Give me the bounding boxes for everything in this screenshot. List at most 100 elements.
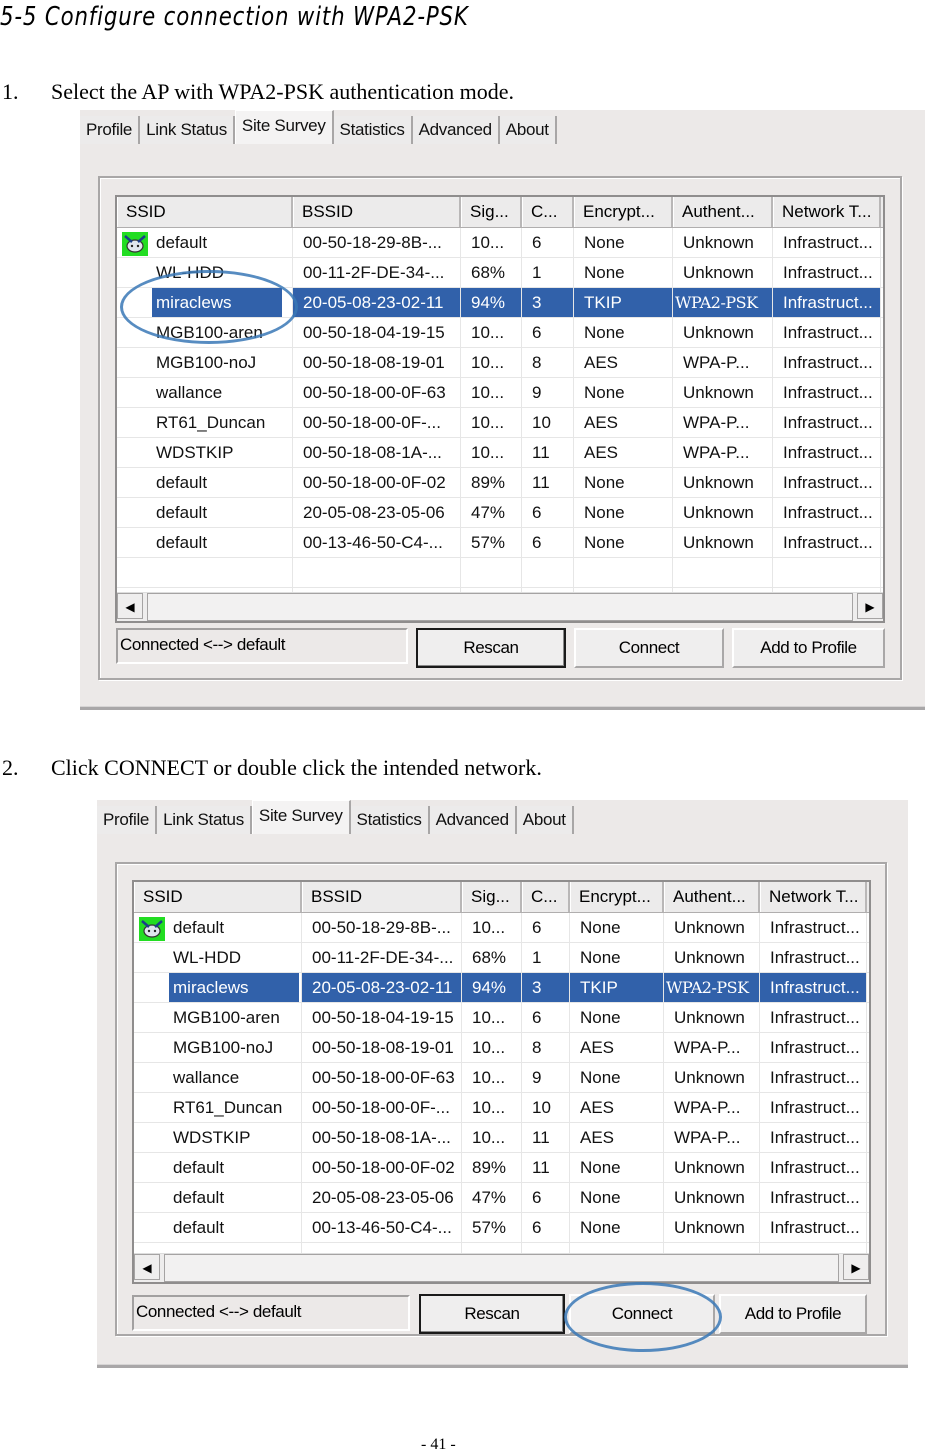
scroll-track[interactable] xyxy=(164,1254,839,1282)
cell-channel: 11 xyxy=(522,468,574,497)
column-header-network[interactable]: Network T... xyxy=(760,882,867,912)
column-header-ssid[interactable]: SSID xyxy=(134,882,302,912)
column-header-bssid[interactable]: BSSID xyxy=(302,882,462,912)
rescan-button[interactable]: Rescan xyxy=(419,1294,565,1334)
cell-network: Infrastruct... xyxy=(760,1153,867,1182)
table-row[interactable]: WL-HDD 00-11-2F-DE-34-... 68% 1 None Unknown I… xyxy=(134,943,869,973)
network-list[interactable]: SSID BSSID Sig... C... Encrypt... Authent... N… xyxy=(132,880,871,1284)
cell-channel: 6 xyxy=(522,1213,570,1242)
cell-auth: WPA-P... xyxy=(673,438,773,467)
tab-site-survey[interactable]: Site Survey xyxy=(234,110,334,144)
cell-auth: Unknown xyxy=(664,1153,760,1182)
column-header-encryption[interactable]: Encrypt... xyxy=(570,882,664,912)
cell-ssid xyxy=(117,558,293,587)
cell-bssid: 00-50-18-04-19-15 xyxy=(293,318,461,347)
cell-auth: Unknown xyxy=(673,318,773,347)
column-header-auth[interactable]: Authent... xyxy=(664,882,760,912)
ssid-text: default xyxy=(173,1188,225,1207)
cell-ssid: WL-HDD xyxy=(117,258,293,287)
rescan-button[interactable]: Rescan xyxy=(416,628,566,668)
table-row[interactable]: MGB100-aren 00-50-18-04-19-15 10... 6 None Un… xyxy=(134,1003,869,1033)
cell-signal: 47% xyxy=(461,498,522,527)
connect-button[interactable]: Connect xyxy=(569,1294,715,1334)
tab-link-status[interactable]: Link Status xyxy=(157,806,252,834)
cell-encryption: None xyxy=(570,1183,664,1212)
cell-signal: 10... xyxy=(461,378,522,407)
site-survey-screenshot-2: Profile Link Status Site Survey Statistics A… xyxy=(97,800,908,1368)
table-row[interactable]: RT61_Duncan 00-50-18-00-0F-... 10... 10 AES W… xyxy=(134,1093,869,1123)
cell-auth: WPA-P... xyxy=(664,1033,760,1062)
scroll-left-button[interactable]: ◀ xyxy=(134,1254,160,1280)
cell-auth: Unknown xyxy=(673,498,773,527)
table-row[interactable]: RT61_Duncan 00-50-18-00-0F-... 10... 10 AES W… xyxy=(117,408,883,438)
column-header-encryption[interactable]: Encrypt... xyxy=(574,197,673,227)
cell-bssid: 00-50-18-08-1A-... xyxy=(293,438,461,467)
scroll-right-button[interactable]: ▶ xyxy=(857,593,883,619)
table-row[interactable]: MGB100-noJ 00-50-18-08-19-01 10... 8 AES WPA-… xyxy=(134,1033,869,1063)
tab-site-survey[interactable]: Site Survey xyxy=(251,800,351,834)
cell-auth: Unknown xyxy=(664,1183,760,1212)
table-row[interactable]: default 00-50-18-00-0F-02 89% 11 None Unknown… xyxy=(117,468,883,498)
table-row[interactable]: wallance 00-50-18-00-0F-63 10... 9 None Unkno… xyxy=(134,1063,869,1093)
column-header-bssid[interactable]: BSSID xyxy=(293,197,461,227)
column-header-ssid[interactable]: SSID xyxy=(117,197,293,227)
cell-auth: WPA2-PSK xyxy=(664,973,760,1002)
cell-ssid: wallance xyxy=(134,1063,302,1092)
horizontal-scrollbar[interactable]: ◀ ▶ xyxy=(117,592,883,621)
cell-signal: 10... xyxy=(462,1003,522,1032)
cell-auth: Unknown xyxy=(664,1063,760,1092)
step-2: 2. Click CONNECT or double click the inte… xyxy=(2,755,542,781)
table-row[interactable]: default 20-05-08-23-05-06 47% 6 None Unknown I… xyxy=(134,1183,869,1213)
add-to-profile-button[interactable]: Add to Profile xyxy=(719,1294,867,1334)
table-row[interactable]: WDSTKIP 00-50-18-08-1A-... 10... 11 AES WPA-P… xyxy=(134,1123,869,1153)
cell-bssid: 00-50-18-00-0F-... xyxy=(293,408,461,437)
network-list[interactable]: SSID BSSID Sig... C... Encrypt... Authent... N… xyxy=(115,195,885,623)
tab-about[interactable]: About xyxy=(499,116,557,144)
table-row[interactable]: default 00-50-18-29-8B-... 10... 6 None Unkno… xyxy=(134,913,869,943)
table-row[interactable]: WL-HDD 00-11-2F-DE-34-... 68% 1 None Unknown I… xyxy=(117,258,883,288)
column-header-network[interactable]: Network T... xyxy=(773,197,881,227)
column-header-auth[interactable]: Authent... xyxy=(673,197,773,227)
cell-signal: 10... xyxy=(461,318,522,347)
tab-profile[interactable]: Profile xyxy=(80,116,141,144)
table-row[interactable]: default 00-50-18-29-8B-... 10... 6 None Unkno… xyxy=(117,228,883,258)
column-header-signal[interactable]: Sig... xyxy=(461,197,522,227)
scroll-left-button[interactable]: ◀ xyxy=(117,593,143,619)
table-row[interactable]: WDSTKIP 00-50-18-08-1A-... 10... 11 AES WPA-P… xyxy=(117,438,883,468)
tab-about[interactable]: About xyxy=(516,806,574,834)
tab-statistics[interactable]: Statistics xyxy=(333,116,413,144)
table-row[interactable]: default 00-50-18-00-0F-02 89% 11 None Unknown… xyxy=(134,1153,869,1183)
column-header-signal[interactable]: Sig... xyxy=(462,882,522,912)
table-row[interactable]: wallance 00-50-18-00-0F-63 10... 9 None Unkno… xyxy=(117,378,883,408)
tab-statistics[interactable]: Statistics xyxy=(350,806,430,834)
cell-channel: 8 xyxy=(522,348,574,377)
cell-bssid: 00-50-18-08-19-01 xyxy=(302,1033,462,1062)
cell-signal: 47% xyxy=(462,1183,522,1212)
tab-advanced[interactable]: Advanced xyxy=(412,116,500,144)
tab-profile[interactable]: Profile xyxy=(97,806,158,834)
horizontal-scrollbar[interactable]: ◀ ▶ xyxy=(134,1253,869,1282)
tab-advanced[interactable]: Advanced xyxy=(429,806,517,834)
table-row[interactable]: miraclews 20-05-08-23-02-11 94% 3 TKIP WPA2-P… xyxy=(117,288,883,318)
table-row[interactable]: default 00-13-46-50-C4-... 57% 6 None Unknown… xyxy=(134,1213,869,1243)
table-row[interactable]: miraclews 20-05-08-23-02-11 94% 3 TKIP WPA2-P… xyxy=(134,973,869,1003)
tab-link-status[interactable]: Link Status xyxy=(140,116,235,144)
cell-bssid: 00-50-18-04-19-15 xyxy=(302,1003,462,1032)
cell-network: Infrastruct... xyxy=(760,1213,867,1242)
cell-auth: Unknown xyxy=(664,913,760,942)
table-row[interactable]: default 00-13-46-50-C4-... 57% 6 None Unknown… xyxy=(117,528,883,558)
table-row[interactable]: MGB100-noJ 00-50-18-08-19-01 10... 8 AES WPA-… xyxy=(117,348,883,378)
column-header-channel[interactable]: C... xyxy=(522,882,570,912)
cell-network: Infrastruct... xyxy=(773,258,881,287)
connect-button[interactable]: Connect xyxy=(574,628,724,668)
cell-network: Infrastruct... xyxy=(773,408,881,437)
cell-auth: WPA2-PSK xyxy=(673,288,773,317)
ssid-text: default xyxy=(156,533,208,552)
scroll-right-button[interactable]: ▶ xyxy=(843,1254,869,1280)
column-header-channel[interactable]: C... xyxy=(522,197,574,227)
add-to-profile-button[interactable]: Add to Profile xyxy=(732,628,885,668)
list-rows: default 00-50-18-29-8B-... 10... 6 None Unkno… xyxy=(117,228,883,618)
table-row[interactable]: default 20-05-08-23-05-06 47% 6 None Unknown I… xyxy=(117,498,883,528)
scroll-track[interactable] xyxy=(147,593,853,621)
table-row[interactable]: MGB100-aren 00-50-18-04-19-15 10... 6 None Un… xyxy=(117,318,883,348)
